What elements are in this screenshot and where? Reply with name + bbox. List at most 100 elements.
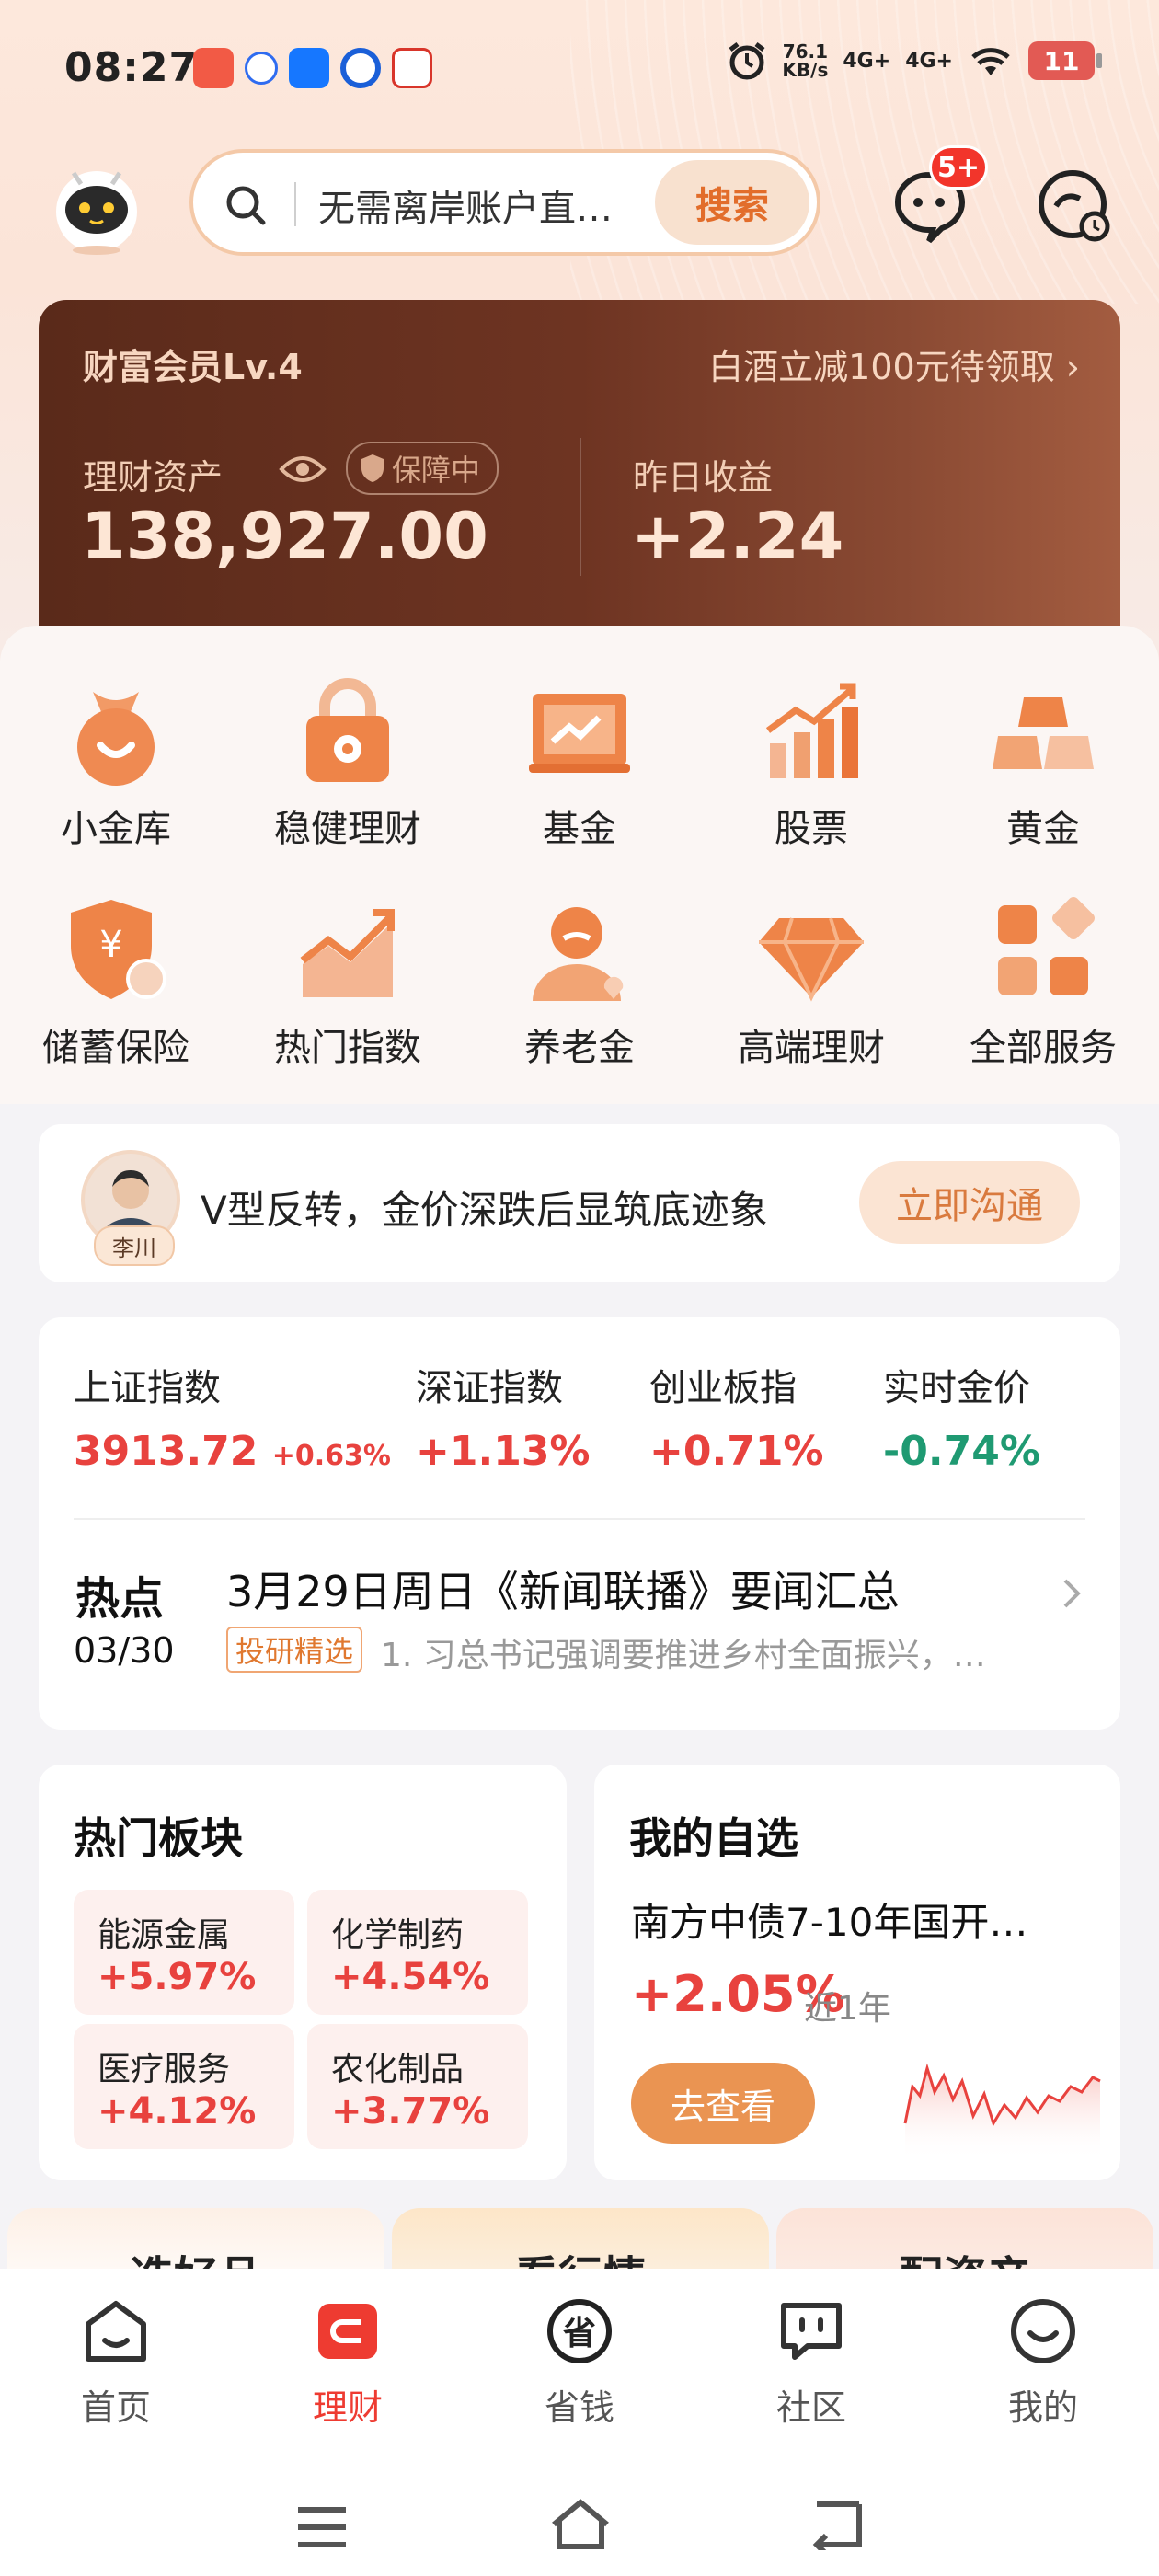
alipay-notification-icon — [289, 48, 329, 88]
index-gold-price[interactable]: 实时金价 -0.74% — [883, 1358, 1040, 1475]
sector-tile[interactable]: 农化制品 +3.77% — [307, 2024, 528, 2149]
hot-label: 热点 — [75, 1573, 165, 1625]
index-shenzhen[interactable]: 深证指数 +1.13% — [416, 1358, 591, 1475]
trend-icon — [300, 909, 395, 997]
eye-icon[interactable] — [278, 451, 327, 488]
member-level: 财富会员Lv.4 — [83, 347, 303, 387]
nav-save[interactable]: 省 省钱 — [464, 2269, 695, 2462]
search-bar[interactable]: 无需离岸账户直… 搜索 — [189, 149, 820, 256]
history-clock-icon[interactable] — [1034, 166, 1117, 248]
bag-icon — [77, 692, 155, 786]
news-title[interactable]: 3月29日周日《新闻联播》要闻汇总 — [226, 1558, 900, 1619]
fund-sparkline — [903, 2063, 1101, 2160]
sector-name: 能源金属 — [98, 1916, 231, 1954]
contact-now-button[interactable]: 立即沟通 — [859, 1161, 1080, 1244]
yesterday-income-value: +2.24 — [631, 499, 844, 574]
news-summary[interactable]: 1. 习总书记强调要推进乡村全面振兴，… — [381, 1628, 1080, 1676]
svg-text:省: 省 — [563, 2315, 596, 2352]
index-value-number: 3913.72 — [74, 1428, 258, 1475]
index-value: -0.74% — [883, 1428, 1040, 1475]
advisor-name: 李川 — [94, 1225, 175, 1266]
search-icon — [226, 186, 266, 225]
index-value: +1.13% — [416, 1428, 591, 1475]
diamond-icon — [759, 917, 864, 1002]
service-gold[interactable]: 黄金 — [927, 672, 1159, 852]
service-label: 高端理财 — [738, 1027, 885, 1069]
market-divider — [74, 1518, 1085, 1520]
nav-label: 首页 — [80, 2387, 151, 2428]
promo-text: 白酒立减100元待领取 — [708, 347, 1055, 387]
back-icon[interactable] — [809, 2499, 865, 2550]
sector-change: +3.77% — [331, 2090, 490, 2133]
advisor-card[interactable]: 李川 V型反转，金价深跌后显筑底迹象 立即沟通 — [39, 1124, 1120, 1282]
gold-bars-icon — [993, 697, 1094, 769]
notification-app-icons — [193, 48, 432, 88]
community-icon — [781, 2303, 842, 2360]
wifi-icon — [971, 48, 1010, 75]
news-tag: 投研精选 — [226, 1627, 363, 1673]
card-divider — [580, 438, 581, 576]
network-speed: 76.1 KB/s — [782, 42, 828, 79]
fund-period: 近1年 — [804, 1990, 891, 2028]
asset-value: 138,927.00 — [81, 499, 488, 574]
watchlist-title: 我的自选 — [629, 1813, 798, 1863]
watchlist-card[interactable]: 我的自选 南方中债7-10年国开… +2.05% 近1年 去查看 — [594, 1765, 1120, 2180]
menu-icon[interactable] — [294, 2504, 350, 2550]
service-fund[interactable]: 基金 — [464, 672, 695, 852]
index-shanghai[interactable]: 上证指数 3913.72 +0.63% — [74, 1358, 391, 1475]
app-notification-icon — [392, 48, 432, 88]
guard-badge[interactable]: 保障中 — [346, 442, 499, 495]
service-insurance[interactable]: ¥ 储蓄保险 — [0, 891, 232, 1071]
service-pension[interactable]: 养老金 — [464, 891, 695, 1071]
nav-label: 社区 — [775, 2387, 846, 2428]
service-all[interactable]: 全部服务 — [927, 891, 1159, 1071]
sector-tile[interactable]: 医疗服务 +4.12% — [74, 2024, 294, 2149]
service-label: 小金库 — [61, 808, 171, 850]
svg-text:¥: ¥ — [99, 924, 122, 966]
nav-label: 我的 — [1007, 2387, 1078, 2428]
guard-label: 保障中 — [392, 453, 481, 488]
service-premium[interactable]: 高端理财 — [695, 891, 927, 1071]
battery-indicator: 11 — [1028, 41, 1102, 80]
promo-link[interactable]: 白酒立减100元待领取 › — [708, 339, 1080, 389]
board-icon — [529, 694, 630, 773]
sector-tile[interactable]: 化学制药 +4.54% — [307, 1890, 528, 2015]
robot-assistant-icon[interactable] — [46, 156, 147, 258]
app-notification-icon — [340, 48, 381, 88]
nav-label: 理财 — [312, 2387, 383, 2428]
index-name: 实时金价 — [883, 1367, 1030, 1409]
service-label: 股票 — [775, 808, 848, 850]
view-button[interactable]: 去查看 — [631, 2063, 815, 2144]
lock-icon — [306, 678, 389, 782]
advisor-message: V型反转，金价深跌后显筑底迹象 — [201, 1188, 768, 1233]
fund-name: 南方中债7-10年国开… — [631, 1900, 1028, 1945]
nav-mine[interactable]: 我的 — [927, 2269, 1159, 2462]
service-hot-index[interactable]: 热门指数 — [232, 891, 464, 1071]
hot-sectors-title: 热门板块 — [74, 1813, 243, 1863]
index-name: 创业板指 — [649, 1367, 797, 1409]
service-label: 养老金 — [524, 1027, 635, 1069]
chevron-right-icon[interactable] — [1060, 1575, 1084, 1612]
service-xiaojinku[interactable]: 小金库 — [0, 672, 232, 852]
index-name: 上证指数 — [74, 1367, 221, 1409]
search-button[interactable]: 搜索 — [655, 160, 809, 245]
sector-tile[interactable]: 能源金属 +5.97% — [74, 1890, 294, 2015]
nav-wealth[interactable]: 理财 — [232, 2269, 464, 2462]
shield-icon — [361, 454, 384, 482]
chevron-right-icon: › — [1065, 347, 1080, 387]
message-badge: 5+ — [929, 145, 989, 190]
nav-community[interactable]: 社区 — [695, 2269, 927, 2462]
system-navigation-bar — [0, 2462, 1159, 2576]
index-chinext[interactable]: 创业板指 +0.71% — [649, 1358, 824, 1475]
app-notification-icon — [245, 52, 278, 85]
bar-chart-icon — [765, 683, 858, 778]
service-stock[interactable]: 股票 — [695, 672, 927, 852]
hot-date: 03/30 — [74, 1630, 175, 1671]
home-outline-icon[interactable] — [548, 2499, 613, 2550]
nav-home[interactable]: 首页 — [0, 2269, 232, 2462]
service-wenjian[interactable]: 稳健理财 — [232, 672, 464, 852]
network-speed-value: 76.1 — [782, 40, 829, 63]
alarm-icon — [729, 42, 765, 80]
wealth-member-card[interactable]: 财富会员Lv.4 白酒立减100元待领取 › 理财资产 保障中 138,927.… — [39, 300, 1120, 668]
search-divider — [294, 182, 296, 226]
